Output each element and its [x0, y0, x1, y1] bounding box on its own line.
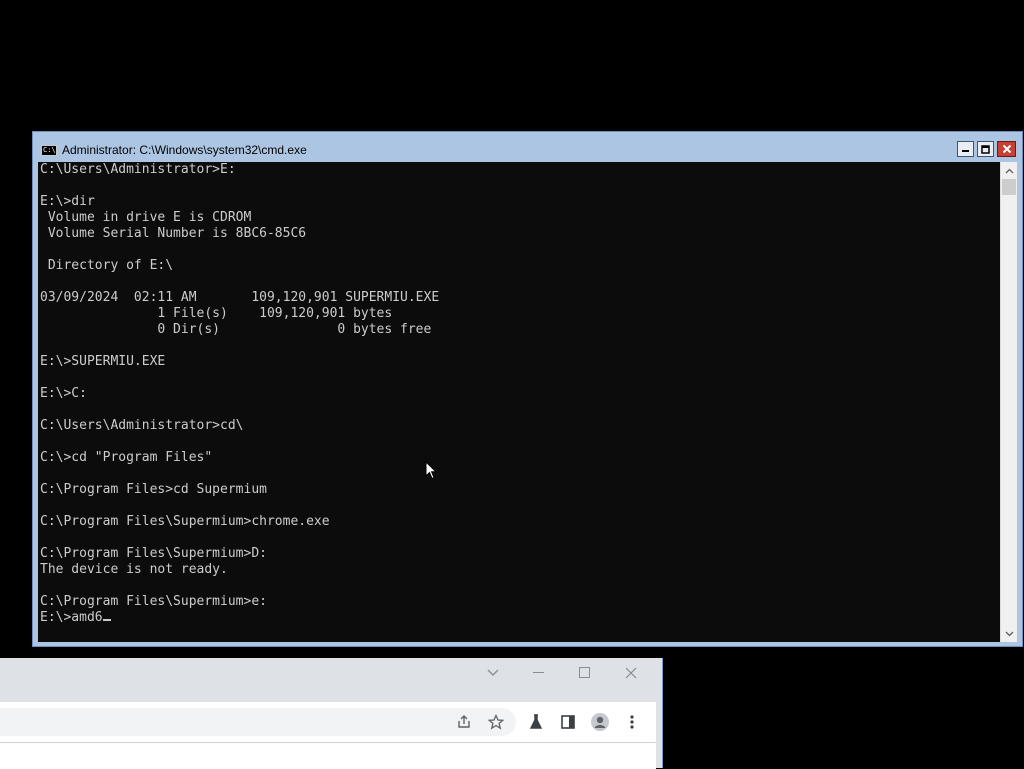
console-line: 03/09/2024 02:11 AM 109,120,901 SUPERMIU… — [40, 290, 440, 305]
cmd-window: C:\ Administrator: C:\Windows\system32\c… — [32, 131, 1023, 647]
console-line: The device is not ready. — [40, 562, 228, 577]
console-line: C:\Program Files\Supermium>e: — [40, 594, 267, 609]
browser-close-button[interactable] — [608, 658, 654, 688]
address-bar[interactable] — [0, 708, 516, 736]
profile-icon[interactable] — [588, 710, 612, 734]
share-icon[interactable] — [452, 710, 476, 734]
browser-window — [0, 658, 663, 769]
console-line: C:\Program Files\Supermium>D: — [40, 546, 267, 561]
minimize-button[interactable] — [957, 141, 974, 157]
console-line: 1 File(s) 109,120,901 bytes — [40, 306, 393, 321]
console-line: E:\>dir — [40, 194, 95, 209]
maximize-icon — [579, 667, 590, 678]
command-input-text: E:\>amd6 — [40, 610, 103, 625]
cmd-app-icon[interactable]: C:\ — [41, 145, 57, 156]
browser-toolbar — [0, 702, 656, 742]
console-line: C:\Users\Administrator>E: — [40, 162, 236, 177]
console-line: 0 Dir(s) 0 bytes free — [40, 322, 432, 337]
browser-content-area — [0, 742, 656, 769]
console-line: E:\>SUPERMIU.EXE — [40, 354, 166, 369]
minimize-icon — [533, 672, 544, 673]
command-prompt-line[interactable]: E:\>amd6 — [40, 610, 439, 626]
minimize-icon — [962, 149, 969, 152]
console-text: C:\Users\Administrator>E: E:\>dir Volume … — [40, 162, 439, 626]
mouse-pointer-icon — [425, 461, 437, 480]
close-icon — [1002, 144, 1011, 154]
scroll-down-icon[interactable] — [1001, 625, 1017, 642]
maximize-button[interactable] — [977, 141, 994, 157]
browser-tabstrip — [0, 658, 656, 702]
labs-flask-icon[interactable] — [524, 710, 548, 734]
console-line: Directory of E:\ — [40, 258, 174, 273]
console-line: E:\>C: — [40, 386, 87, 401]
console-line: C:\Program Files\Supermium>chrome.exe — [40, 514, 330, 529]
browser-minimize-button[interactable] — [516, 658, 562, 688]
more-vert-icon[interactable] — [620, 710, 644, 734]
scrollbar-thumb[interactable] — [1002, 179, 1016, 195]
chevron-down-icon[interactable] — [470, 658, 516, 688]
vertical-scrollbar[interactable] — [1000, 162, 1017, 642]
browser-maximize-button[interactable] — [562, 658, 608, 688]
console-output[interactable]: C:\Users\Administrator>E: E:\>dir Volume … — [38, 162, 1000, 642]
scroll-up-icon[interactable] — [1001, 162, 1017, 179]
console-line: Volume in drive E is CDROM — [40, 210, 252, 225]
side-panel-icon[interactable] — [556, 710, 580, 734]
console-line: C:\>cd "Program Files" — [40, 450, 213, 465]
close-icon — [625, 667, 637, 679]
console-line: C:\Program Files>cd Supermium — [40, 482, 267, 497]
maximize-icon — [981, 144, 990, 154]
console-line: C:\Users\Administrator>cd\ — [40, 418, 244, 433]
close-button[interactable] — [997, 141, 1016, 157]
star-icon[interactable] — [484, 710, 508, 734]
console-line: Volume Serial Number is 8BC6-85C6 — [40, 226, 307, 241]
cmd-titlebar[interactable]: C:\ Administrator: C:\Windows\system32\c… — [33, 132, 1022, 162]
window-title: Administrator: C:\Windows\system32\cmd.e… — [62, 143, 307, 157]
text-cursor — [102, 619, 111, 621]
